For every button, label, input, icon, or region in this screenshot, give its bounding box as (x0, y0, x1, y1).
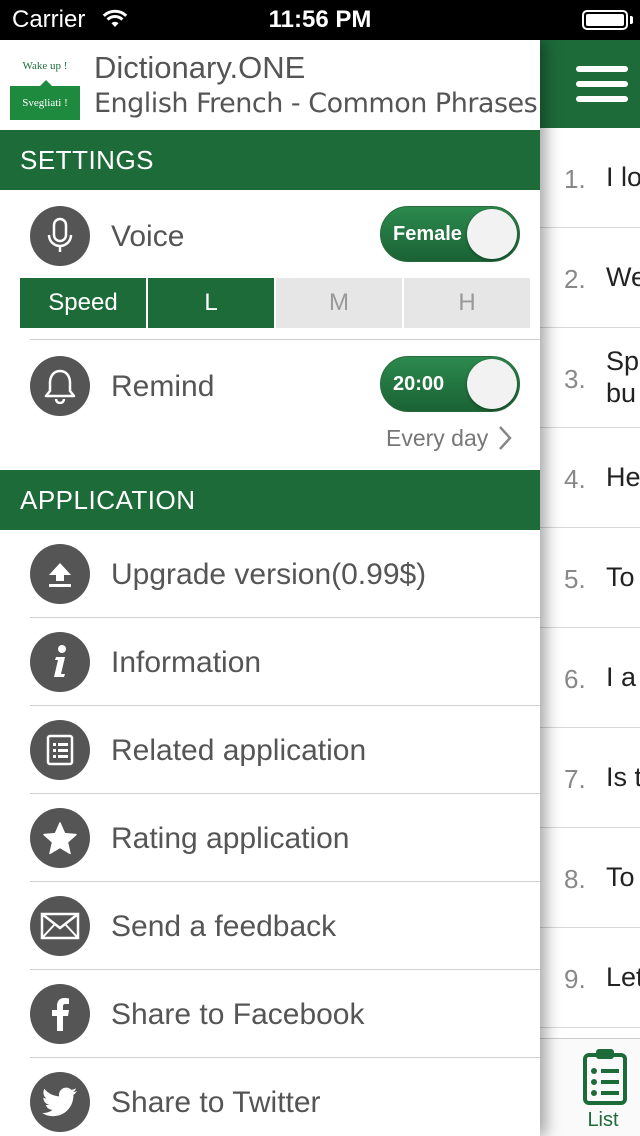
main-list-panel: 1. I lo 2. We 3. Sp bu 4. He 5. To 6. I … (540, 40, 640, 1136)
twitter-icon (30, 1072, 90, 1132)
remind-label: Remind (111, 370, 215, 403)
list-item[interactable]: 8. To (540, 828, 640, 928)
clipboard-list-icon[interactable] (582, 1047, 628, 1110)
app-logo: Wake up ! Svegliati ! (10, 52, 80, 120)
list-item-number: 9. (564, 964, 586, 994)
share-twitter-label: Share to Twitter (111, 1086, 321, 1119)
list-item-number: 8. (564, 864, 586, 894)
send-feedback-label: Send a feedback (111, 910, 337, 943)
info-icon (30, 632, 90, 692)
list-icon (30, 720, 90, 780)
list-item-number: 6. (564, 664, 586, 694)
drawer-header: Wake up ! Svegliati ! Dictionary.ONE Eng… (0, 40, 540, 130)
voice-label: Voice (111, 220, 185, 253)
list-item-text: Let (606, 962, 640, 992)
application-section-header: APPLICATION (0, 470, 540, 530)
list-item-text: To (606, 562, 635, 592)
list-item-text: He (606, 462, 640, 492)
settings-drawer: Wake up ! Svegliati ! Dictionary.ONE Eng… (0, 40, 540, 1136)
list-item[interactable]: 6. I a (540, 628, 640, 728)
speed-label: Speed (20, 278, 146, 328)
list-item-number: 5. (564, 564, 586, 594)
list-item-number: 1. (564, 164, 586, 194)
list-item-number: 4. (564, 464, 586, 494)
list-item-number: 7. (564, 764, 586, 794)
clock: 11:56 PM (268, 6, 372, 33)
upload-icon (30, 544, 90, 604)
speed-option-high[interactable]: H (402, 278, 530, 328)
list-item[interactable]: 1. I lo (540, 128, 640, 228)
upgrade-version-button[interactable]: Upgrade version(0.99$) (0, 530, 540, 618)
toggle-knob (467, 209, 517, 259)
list-item-text: We (606, 262, 640, 292)
battery-tip (630, 16, 633, 24)
logo-top-text: Wake up ! (22, 60, 68, 72)
bell-icon (30, 356, 90, 416)
list-item-text: Sp (606, 346, 640, 376)
main-header (540, 40, 640, 128)
related-application-button[interactable]: Related application (0, 706, 540, 794)
hamburger-menu-icon[interactable] (576, 66, 628, 102)
information-button[interactable]: Information (0, 618, 540, 706)
logo-bottom-text: Svegliati ! (10, 80, 80, 120)
list-item[interactable]: 3. Sp bu (540, 328, 640, 428)
send-feedback-button[interactable]: Send a feedback (0, 882, 540, 970)
settings-section-header: SETTINGS (0, 130, 540, 190)
share-facebook-label: Share to Facebook (111, 998, 365, 1031)
status-bar: Carrier 11:56 PM (0, 0, 640, 40)
share-facebook-button[interactable]: Share to Facebook (0, 970, 540, 1058)
list-item-text: To (606, 862, 635, 892)
remind-time-value: 20:00 (393, 373, 445, 395)
envelope-icon (30, 896, 90, 956)
share-twitter-button[interactable]: Share to Twitter (0, 1058, 540, 1136)
voice-toggle-value: Female (393, 223, 462, 245)
list-item-text: Is t (606, 762, 640, 792)
upgrade-version-label: Upgrade version(0.99$) (111, 558, 427, 591)
speed-segmented-control: Speed L M H (20, 278, 530, 328)
app-title: Dictionary.ONE (94, 50, 306, 85)
remind-repeat-value: Every day (386, 425, 489, 451)
list-item[interactable]: 2. We (540, 228, 640, 328)
list-item[interactable]: 7. Is t (540, 728, 640, 828)
app-subtitle: English French - Common Phrases (94, 88, 538, 119)
related-application-label: Related application (111, 734, 367, 767)
list-item-text: I a (606, 662, 637, 692)
list-item[interactable]: 9. Let (540, 928, 640, 1028)
tab-bar: List (540, 1038, 640, 1136)
battery-icon (582, 10, 628, 30)
list-item-number: 3. (564, 364, 586, 394)
divider (30, 339, 540, 340)
voice-toggle[interactable]: Female (380, 206, 520, 262)
remind-repeat-link[interactable]: Every day (386, 425, 513, 452)
chevron-right-icon (498, 426, 512, 450)
list-item-number: 2. (564, 264, 586, 294)
information-label: Information (111, 646, 262, 679)
remind-toggle[interactable]: 20:00 (380, 356, 520, 412)
rating-application-button[interactable]: Rating application (0, 794, 540, 882)
rating-application-label: Rating application (111, 822, 350, 855)
speed-option-medium[interactable]: M (274, 278, 402, 328)
toggle-knob (467, 359, 517, 409)
list-item[interactable]: 4. He (540, 428, 640, 528)
speed-option-low[interactable]: L (146, 278, 274, 328)
tab-list-label[interactable]: List (540, 1109, 640, 1132)
list-item-text: I lo (606, 162, 640, 192)
facebook-icon (30, 984, 90, 1044)
microphone-icon (30, 206, 90, 266)
list-item-text-line2: bu (606, 378, 637, 408)
list-item[interactable]: 5. To (540, 528, 640, 628)
star-icon (30, 808, 90, 868)
